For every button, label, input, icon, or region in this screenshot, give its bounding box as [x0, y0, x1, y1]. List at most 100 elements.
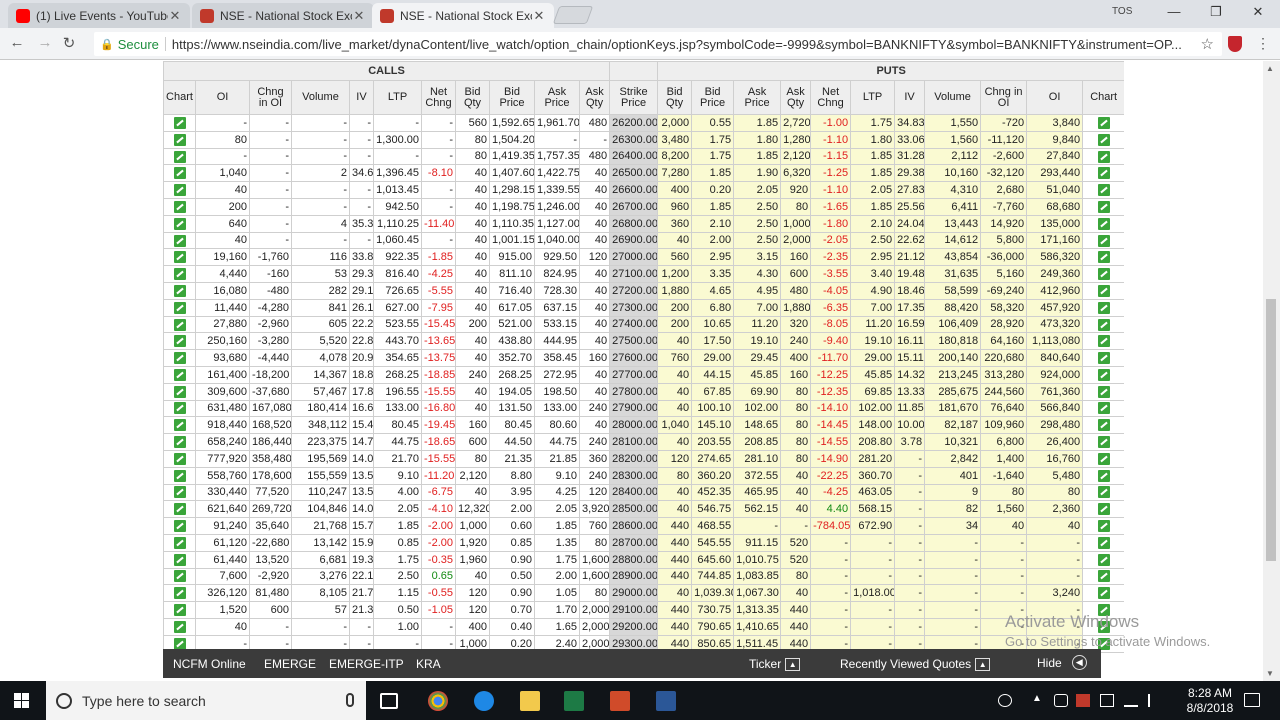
chart-icon[interactable] [1097, 402, 1110, 415]
chart-icon[interactable] [173, 520, 186, 533]
chart-cell[interactable] [163, 567, 196, 586]
minimize-icon[interactable]: — [1162, 4, 1186, 22]
chart-icon[interactable] [173, 587, 186, 600]
chart-icon[interactable] [173, 318, 186, 331]
chart-cell[interactable] [1082, 147, 1124, 166]
strike-price-cell[interactable]: 26500.00 [609, 164, 659, 183]
browser-tab-nse-2[interactable]: NSE - National Stock Exch ✕ [372, 3, 554, 28]
strike-price-cell[interactable]: 26600.00 [609, 181, 659, 199]
chart-cell[interactable] [163, 315, 196, 334]
chart-cell[interactable] [1082, 517, 1124, 535]
task-view-icon[interactable] [380, 693, 398, 709]
strike-price-cell[interactable]: 28300.00 [609, 466, 659, 485]
chart-cell[interactable] [163, 332, 196, 351]
chart-cell[interactable] [1082, 114, 1124, 132]
chart-cell[interactable] [1082, 416, 1124, 435]
chart-cell[interactable] [163, 449, 196, 468]
secure-indicator[interactable]: 🔒 Secure [94, 37, 159, 52]
excel-icon[interactable] [564, 691, 584, 711]
antivirus-icon[interactable] [1076, 694, 1090, 707]
chart-icon[interactable] [173, 251, 186, 264]
chart-icon[interactable] [1097, 469, 1110, 482]
scroll-up-icon[interactable]: ▲ [1266, 64, 1274, 73]
chart-cell[interactable] [163, 433, 196, 451]
chart-icon[interactable] [173, 385, 186, 398]
close-tab-icon[interactable]: ✕ [532, 8, 546, 24]
chart-cell[interactable] [163, 181, 196, 199]
chart-icon[interactable] [1097, 284, 1110, 297]
chart-icon[interactable] [173, 452, 186, 465]
chart-cell[interactable] [163, 466, 196, 485]
chart-icon[interactable] [173, 637, 186, 650]
chart-icon[interactable] [173, 116, 186, 129]
footer-link-ncfm[interactable]: NCFM Online [173, 657, 246, 671]
chart-cell[interactable] [163, 281, 196, 300]
chart-icon[interactable] [173, 234, 186, 247]
chart-cell[interactable] [163, 601, 196, 619]
hide-footer-button[interactable]: Hide ◀ [1037, 655, 1087, 670]
url-text[interactable]: https://www.nseindia.com/live_market/dyn… [172, 37, 1182, 52]
strike-price-cell[interactable]: 28500.00 [609, 500, 659, 519]
chart-icon[interactable] [173, 301, 186, 314]
chart-icon[interactable] [1097, 116, 1110, 129]
ticker-toggle[interactable]: Ticker ▲ [749, 657, 801, 671]
chart-cell[interactable] [163, 265, 196, 283]
strike-price-cell[interactable]: 26800.00 [609, 214, 659, 233]
chart-cell[interactable] [1082, 382, 1124, 401]
chart-cell[interactable] [163, 114, 196, 132]
chart-cell[interactable] [1082, 130, 1124, 149]
chart-cell[interactable] [163, 349, 196, 367]
recently-viewed-toggle[interactable]: Recently Viewed Quotes ▲ [840, 657, 991, 671]
close-window-icon[interactable]: ✕ [1246, 4, 1270, 22]
strike-price-cell[interactable]: 26900.00 [609, 231, 659, 250]
strike-price-cell[interactable]: 27300.00 [609, 298, 659, 317]
vertical-scrollbar[interactable]: ▲ ▼ [1263, 61, 1280, 681]
strike-price-cell[interactable]: 27800.00 [609, 382, 659, 401]
strike-price-cell[interactable]: 26400.00 [609, 147, 659, 166]
chart-icon[interactable] [1097, 318, 1110, 331]
chart-icon[interactable] [173, 150, 186, 163]
chart-cell[interactable] [1082, 365, 1124, 384]
chart-icon[interactable] [173, 167, 186, 180]
chart-icon[interactable] [1097, 167, 1110, 180]
chart-cell[interactable] [1082, 449, 1124, 468]
chart-cell[interactable] [1082, 298, 1124, 317]
strike-price-cell[interactable]: 27400.00 [609, 315, 659, 334]
chart-icon[interactable] [1097, 133, 1110, 146]
chart-cell[interactable] [163, 416, 196, 435]
chart-icon[interactable] [1097, 536, 1110, 549]
strike-price-cell[interactable]: 28800.00 [609, 550, 659, 569]
strike-price-cell[interactable]: 28200.00 [609, 449, 659, 468]
chart-cell[interactable] [1082, 332, 1124, 351]
close-tab-icon[interactable]: ✕ [168, 8, 182, 24]
strike-price-cell[interactable]: 29200.00 [609, 617, 659, 636]
chart-cell[interactable] [1082, 533, 1124, 552]
microphone-icon[interactable] [346, 693, 354, 707]
chart-icon[interactable] [1097, 587, 1110, 600]
chart-cell[interactable] [1082, 231, 1124, 250]
chart-icon[interactable] [1097, 150, 1110, 163]
chart-cell[interactable] [163, 214, 196, 233]
strike-price-cell[interactable]: 28400.00 [609, 483, 659, 502]
chart-icon[interactable] [1097, 419, 1110, 432]
chart-cell[interactable] [1082, 466, 1124, 485]
chart-icon[interactable] [1097, 486, 1110, 499]
footer-link-kra[interactable]: KRA [416, 657, 441, 671]
chart-cell[interactable] [163, 164, 196, 183]
bookmark-star-icon[interactable]: ☆ [1201, 35, 1214, 53]
chart-icon[interactable] [173, 486, 186, 499]
chart-icon[interactable] [173, 368, 186, 381]
chart-cell[interactable] [163, 517, 196, 535]
back-icon[interactable]: ← [6, 34, 28, 54]
profile-label[interactable]: TOS [1112, 6, 1132, 17]
people-icon[interactable] [998, 694, 1012, 707]
chart-cell[interactable] [1082, 197, 1124, 216]
browser-tab-youtube[interactable]: (1) Live Events - YouTube ✕ [8, 3, 190, 28]
windows-start-icon[interactable] [14, 693, 30, 709]
chart-cell[interactable] [1082, 349, 1124, 367]
chart-icon[interactable] [1097, 251, 1110, 264]
chart-icon[interactable] [1097, 520, 1110, 533]
chart-cell[interactable] [163, 399, 196, 418]
powerpoint-icon[interactable] [610, 691, 630, 711]
chart-cell[interactable] [1082, 550, 1124, 569]
